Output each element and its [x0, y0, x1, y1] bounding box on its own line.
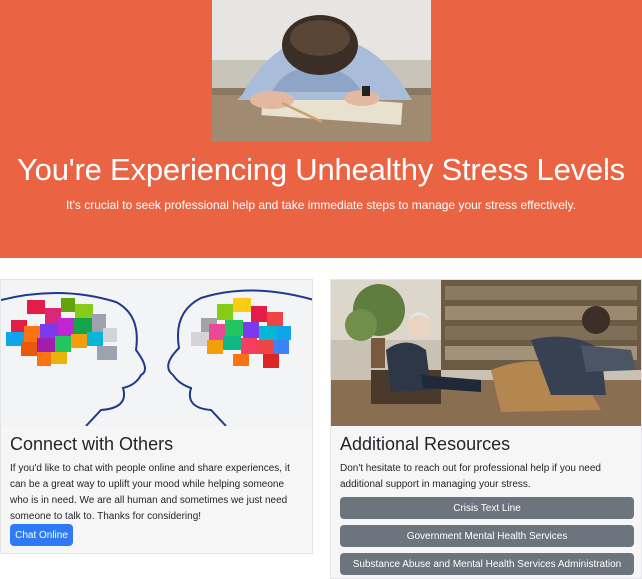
puzzle-brains-image: [1, 280, 312, 426]
government-mental-health-button[interactable]: Government Mental Health Services: [340, 525, 634, 547]
connect-card-text: If you'd like to chat with people online…: [10, 463, 290, 522]
crisis-text-line-button[interactable]: Crisis Text Line: [340, 497, 634, 519]
connect-card: Connect with Others If you'd like to cha…: [0, 279, 313, 554]
therapy-session-image: [331, 280, 641, 426]
resources-card: Additional Resources Don't hesitate to r…: [330, 279, 642, 579]
page-subtitle: It's crucial to seek professional help a…: [65, 198, 577, 212]
hero-banner: You're Experiencing Unhealthy Stress Lev…: [0, 0, 642, 258]
chat-online-button[interactable]: Chat Online: [10, 524, 73, 546]
page-title: You're Experiencing Unhealthy Stress Lev…: [17, 152, 625, 187]
stressed-person-image: [212, 0, 431, 142]
connect-card-title: Connect with Others: [10, 434, 174, 454]
samhsa-button[interactable]: Substance Abuse and Mental Health Servic…: [340, 553, 634, 575]
resources-card-text: Don't hesitate to reach out for professi…: [340, 463, 601, 490]
resources-card-title: Additional Resources: [340, 434, 511, 454]
